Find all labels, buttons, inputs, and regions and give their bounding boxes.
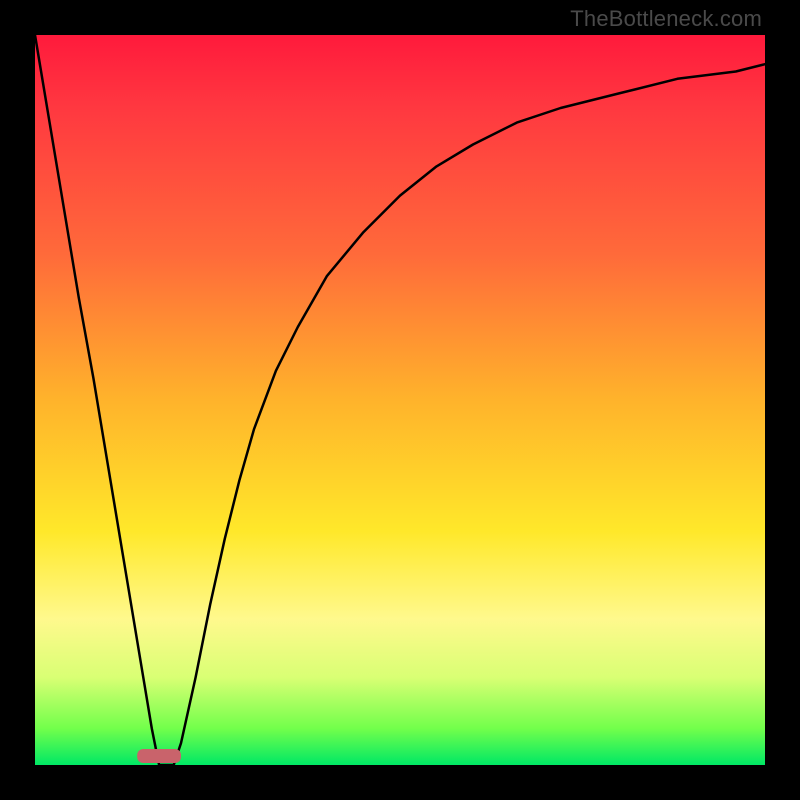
chart-svg [35,35,765,765]
plot-area [35,35,765,765]
watermark-text: TheBottleneck.com [570,6,762,32]
bottleneck-curve [35,35,765,765]
chart-frame: TheBottleneck.com [0,0,800,800]
optimal-marker [137,749,181,763]
